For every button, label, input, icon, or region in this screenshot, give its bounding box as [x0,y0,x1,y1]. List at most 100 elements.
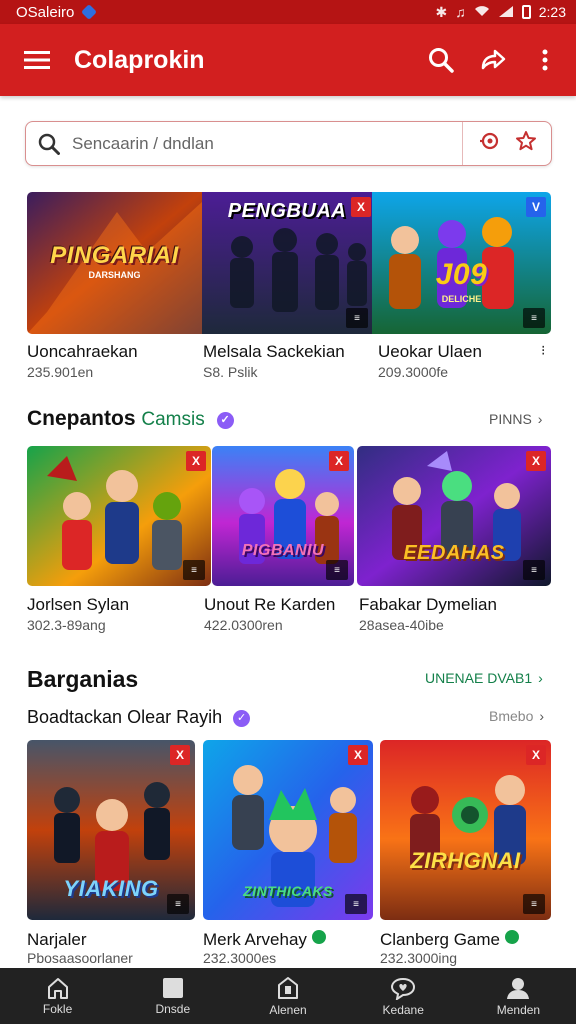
game-card-image[interactable]: ZIRHGNAI X ≡ [380,740,551,920]
verified-icon [504,930,519,944]
nav-item-kedane[interactable]: Kedane [346,968,461,1024]
close-badge-icon[interactable]: X [329,451,349,471]
close-badge-icon[interactable]: X [170,745,190,765]
section-accent: Camsis [141,409,205,430]
featured-title-1[interactable]: Uoncahraekan [27,342,138,362]
carousel-more-icon[interactable]: ⁝ [541,342,545,359]
tag-icon: ≡ [523,894,545,914]
game-card-image[interactable]: X ≡ [27,446,211,586]
tag-icon: ≡ [183,560,205,580]
art-title: J09 [435,258,488,291]
art-title: PENGBUAA [227,200,347,222]
tag-icon: ≡ [523,308,545,328]
square-icon [162,977,183,998]
game-title[interactable]: Fabakar Dymelian [359,595,497,615]
see-all-link[interactable]: UNENAE DVAB1 › [425,670,543,686]
chevron-right-icon: › [539,708,545,724]
game-title-text: Clanberg Game [380,930,501,949]
game-meta: 28asea-40ibe [359,617,444,633]
nav-item-home[interactable]: Fokle [0,968,115,1024]
nav-label: Dnsde [155,1001,191,1016]
close-badge-icon[interactable]: X [186,451,206,471]
close-badge-icon[interactable]: X [526,451,546,471]
signal-icon [498,4,514,20]
see-all-label: PINNS [489,411,532,427]
game-art [380,740,551,920]
see-all-link[interactable]: PINNS › [489,411,542,427]
vibrate-icon: ♫ [455,4,466,20]
search-input[interactable] [72,122,462,165]
featured-card-image-1[interactable]: PINGARIAI DARSHANG PENGBUAA J09 DELICHE … [27,192,551,334]
bottom-nav: Fokle Dnsde Alenen Kedane Menden [0,968,576,1024]
close-badge-icon[interactable]: X [526,745,546,765]
bluetooth-icon: ✱ [435,3,448,20]
close-badge-icon[interactable]: X [348,745,368,765]
art-title: PIGBANIU [241,542,325,559]
store-icon [278,976,298,999]
battery-icon [521,5,531,19]
game-title[interactable]: Merk Arvehay [203,930,326,950]
art-subtitle: DELICHE [441,294,482,304]
tag-icon: ≡ [346,308,368,328]
section-subtitle-text: Boadtackan Olear Rayih [27,707,223,727]
game-card-image[interactable]: YIAKING X ≡ [27,740,195,920]
tag-icon: ≡ [523,560,545,580]
nav-label: Kedane [382,1002,424,1017]
game-title[interactable]: Jorlsen Sylan [27,595,129,615]
see-all-label: UNENAE DVAB1 [425,670,533,686]
wifi-icon [474,4,490,20]
game-title[interactable]: Narjaler [27,930,87,950]
chat-heart-icon [391,977,416,1000]
sub-link-label: Bmebo [489,708,534,724]
badge-icon: ✓ [216,412,234,429]
menu-icon[interactable] [0,24,74,96]
nav-item-profile[interactable]: Menden [461,968,576,1024]
featured-title-3[interactable]: Ueokar Ulaen [378,342,482,362]
sub-link[interactable]: Bmebo › [489,708,544,724]
verified-icon [311,930,326,944]
game-card-image[interactable]: EEDAHAS X ≡ [357,446,551,586]
tag-icon: ≡ [167,894,189,914]
game-title[interactable]: Clanberg Game [380,930,519,950]
search-bar [25,121,552,166]
nav-item-dnsde[interactable]: Dnsde [115,968,230,1024]
section-title: Barganias [27,666,139,692]
nav-label: Fokle [42,1001,73,1016]
game-title[interactable]: Unout Re Karden [204,595,335,615]
section-subtitle: Boadtackan Olear Rayih ✓ [27,707,251,728]
shield-icon [81,4,98,20]
featured-meta-3: 209.3000fe [378,364,449,380]
game-card-image[interactable]: ZINTHICAKS X ≡ [203,740,373,920]
search-field-icon [26,133,72,155]
chevron-right-icon: › [538,670,543,686]
favorite-star-icon[interactable] [515,130,537,157]
voice-icon[interactable] [479,131,501,156]
section-title: Cnepantos Camsis ✓ [27,407,234,431]
featured-meta-2: S8. Pslik [203,364,258,380]
game-meta: 232.3000es [203,950,277,966]
tag-icon: ≡ [345,894,367,914]
close-badge-icon[interactable]: X [351,197,371,217]
game-card-image[interactable]: PIGBANIU X ≡ [212,446,354,586]
search-icon[interactable] [420,39,462,81]
art-title: PINGARIAI [50,242,179,269]
art-title: EEDAHAS [403,542,505,564]
art-title: ZIRHGNAI [410,848,521,873]
profile-icon [507,977,530,999]
art-subtitle: DARSHANG [88,270,141,280]
chevron-right-icon: › [537,411,543,427]
info-badge-icon[interactable]: V [526,197,546,217]
home-icon [47,977,68,999]
tag-icon: ≡ [326,560,348,580]
game-meta: 422.0300ren [204,617,283,633]
game-title-text: Merk Arvehay [203,930,307,949]
more-vert-icon[interactable] [524,39,566,81]
share-icon[interactable] [472,39,514,81]
game-meta: Pbosaasoorlaner [27,950,133,966]
nav-label: Menden [496,1002,541,1017]
featured-title-2[interactable]: Melsala Sackekian [203,342,345,362]
game-art [357,446,551,586]
nav-item-store[interactable]: Alenen [230,968,345,1024]
app-bar: Colaprokin [0,24,576,96]
nav-label: Alenen [269,1002,307,1017]
